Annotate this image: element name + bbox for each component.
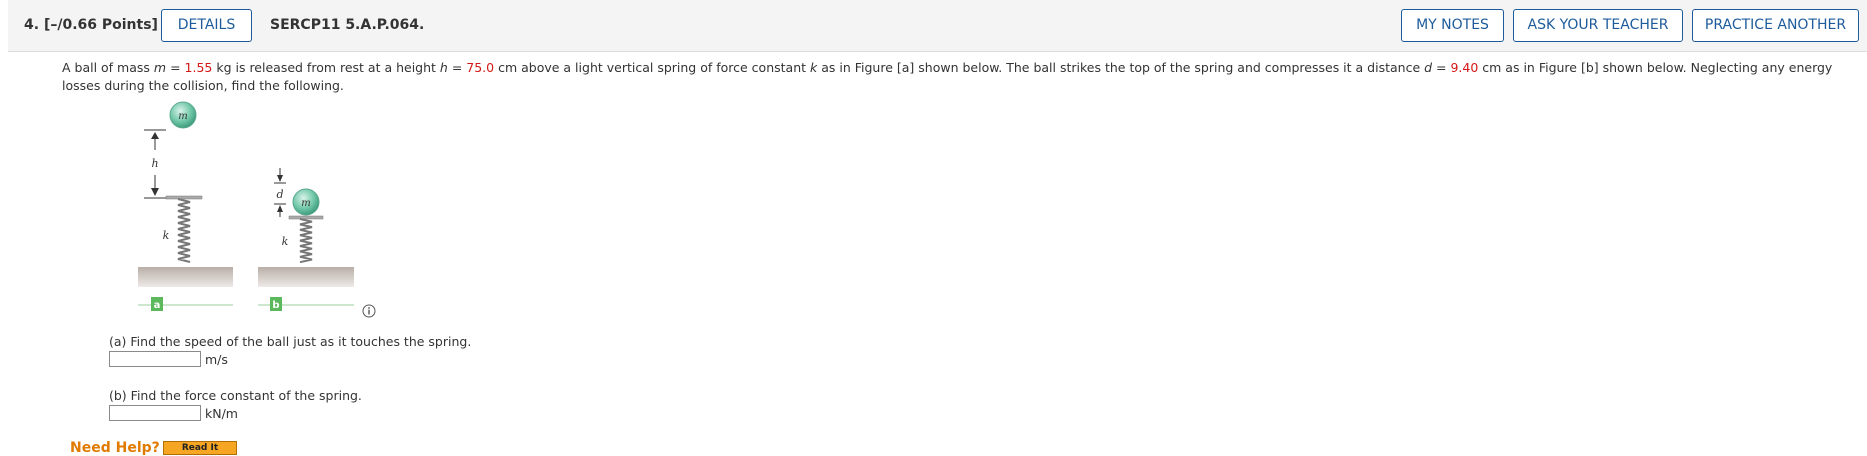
floor-b <box>258 267 354 287</box>
mass-label-b: m <box>301 198 310 209</box>
mass-value: 1.55 <box>184 60 213 75</box>
part-b-unit: kN/m <box>205 406 238 421</box>
need-help-label: Need Help? <box>70 440 160 456</box>
figure-b: d m k b <box>258 168 354 311</box>
info-icon[interactable] <box>362 304 376 318</box>
question-header: 4. [–/0.66 Points] DETAILS SERCP11 5.A.P… <box>8 0 1867 52</box>
problem-statement: A ball of mass m = 1.55 kg is released f… <box>62 60 1833 93</box>
distance-value: 9.40 <box>1450 60 1479 75</box>
part-a-prompt: (a) Find the speed of the ball just as i… <box>109 334 472 349</box>
height-value: 75.0 <box>466 60 495 75</box>
spring-figure: m h k a d m k b <box>138 101 354 311</box>
distance-label: d <box>276 188 283 201</box>
ask-your-teacher-button[interactable]: ASK YOUR TEACHER <box>1513 9 1683 42</box>
practice-another-button[interactable]: PRACTICE ANOTHER <box>1692 9 1859 42</box>
floor-a <box>138 267 233 287</box>
my-notes-button[interactable]: MY NOTES <box>1401 9 1504 42</box>
problem-code: SERCP11 5.A.P.064. <box>270 17 425 33</box>
part-a-answer-input[interactable] <box>109 351 201 367</box>
part-b-prompt: (b) Find the force constant of the sprin… <box>109 388 362 403</box>
height-label: h <box>151 157 158 170</box>
details-button[interactable]: DETAILS <box>161 9 252 42</box>
part-a-unit: m/s <box>205 352 228 367</box>
spring-constant-label-b: k <box>282 235 289 248</box>
question-points: 4. [–/0.66 Points] <box>24 17 158 33</box>
svg-text:b: b <box>272 300 279 311</box>
spring-a <box>177 198 191 263</box>
part-b-answer-input[interactable] <box>109 405 201 421</box>
spring-b <box>299 218 313 264</box>
svg-text:a: a <box>154 300 161 311</box>
mass-label-a: m <box>178 111 187 122</box>
figure-a: m h k a <box>138 101 233 311</box>
spring-constant-label-a: k <box>163 229 170 242</box>
